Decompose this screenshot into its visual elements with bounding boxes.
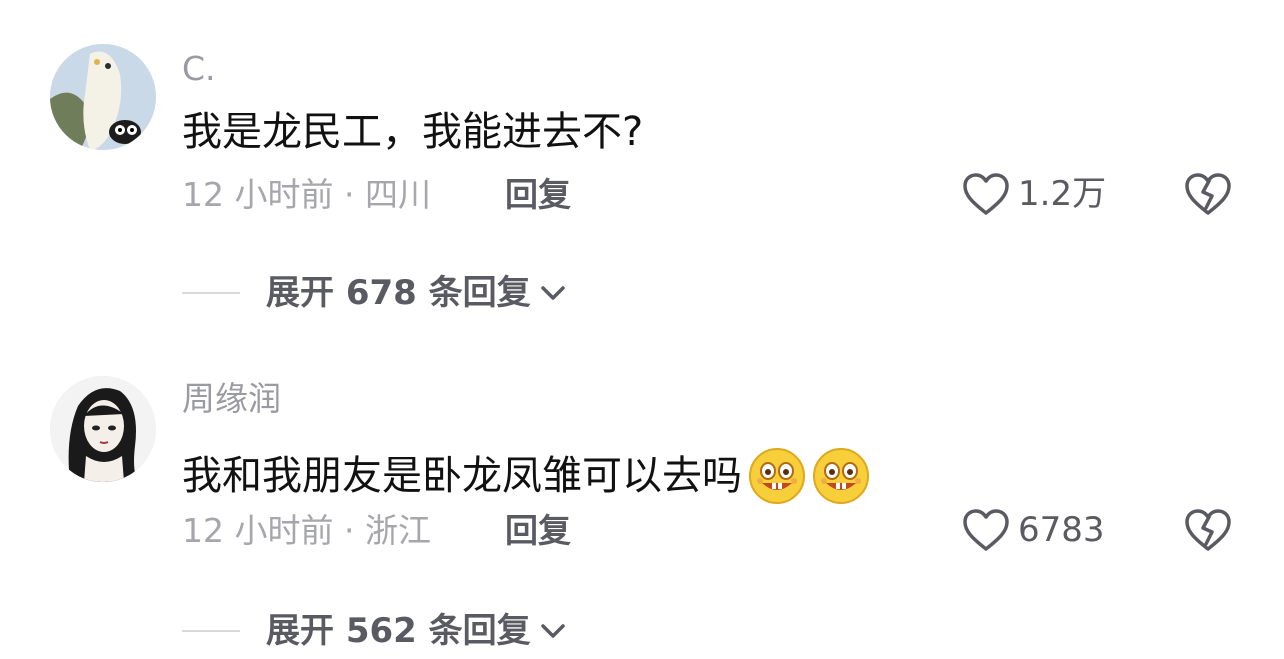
dislike-button[interactable] [1184, 172, 1232, 220]
like-button[interactable]: 6783 [962, 508, 1105, 552]
comment-text-content: 我是龙民工，我能进去不? [182, 109, 644, 155]
broken-heart-icon [1185, 509, 1231, 551]
reply-button[interactable]: 回复 [505, 514, 571, 547]
comment-username[interactable]: C. [182, 52, 216, 85]
reply-button[interactable]: 回复 [505, 178, 571, 211]
comment-username[interactable]: 周缘润 [182, 382, 281, 415]
like-count: 6783 [1018, 510, 1105, 550]
divider [182, 292, 240, 294]
expand-replies-label: 展开 562 条回复 [266, 611, 531, 651]
like-button[interactable]: 1.2万 [962, 172, 1106, 216]
comment-meta: 12 小时前 · 四川 [182, 175, 431, 214]
comment-meta: 12 小时前 · 浙江 [182, 511, 431, 550]
dislike-button[interactable] [1184, 508, 1232, 556]
avatar-image [50, 44, 156, 150]
expand-replies-label: 展开 678 条回复 [266, 273, 531, 313]
comment-text: 我是龙民工，我能进去不? [182, 112, 643, 152]
chevron-down-icon [540, 624, 565, 638]
grin-face-emoji-icon [749, 448, 805, 504]
avatar-image [50, 376, 156, 482]
expand-replies-button[interactable]: 展开 678 条回复 [182, 276, 567, 310]
divider [182, 630, 240, 632]
comment-item: C. 我是龙民工，我能进去不? 12 小时前 · 四川 回复 1.2万 展开 6… [0, 0, 1284, 330]
comment-text: 我和我朋友是卧龙凤雏可以去吗 [182, 447, 870, 505]
heart-outline-icon [963, 509, 1009, 551]
avatar[interactable] [50, 376, 156, 482]
broken-heart-icon [1185, 173, 1231, 215]
grin-face-emoji-icon [813, 448, 869, 504]
avatar[interactable] [50, 44, 156, 150]
like-count: 1.2万 [1018, 174, 1107, 214]
comment-text-content: 我和我朋友是卧龙凤雏可以去吗 [182, 453, 742, 499]
chevron-down-icon [540, 286, 565, 300]
expand-replies-button[interactable]: 展开 562 条回复 [182, 614, 567, 648]
comment-item: 周缘润 我和我朋友是卧龙凤雏可以去吗 12 小时前 · 浙江 回复 6783 展… [0, 330, 1284, 659]
heart-outline-icon [963, 173, 1009, 215]
